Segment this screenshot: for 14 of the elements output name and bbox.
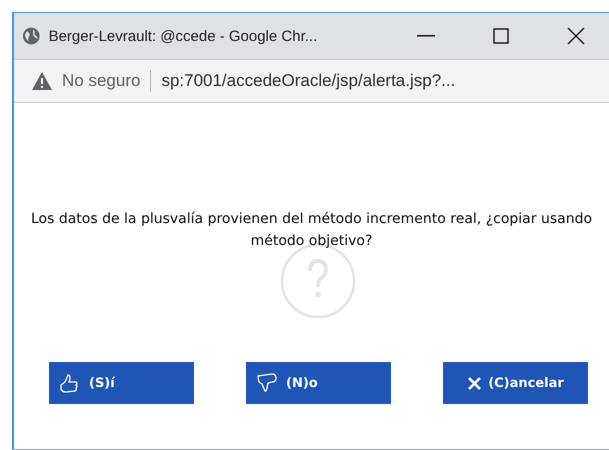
minimize-icon[interactable] (416, 35, 435, 37)
dialog-message: Los datos de la plusvalía provienen del método incremento real, ¿copiar usando método objetivo? (30, 210, 594, 251)
close-icon[interactable] (566, 27, 585, 45)
close-icon (467, 376, 482, 390)
thumbs-down-icon (256, 372, 278, 394)
globe-icon (22, 26, 41, 46)
url-text[interactable]: sp:7001/accedeOracle/jsp/alerta.jsp?... (161, 71, 456, 91)
no-button[interactable]: (N)o (246, 362, 391, 404)
cancel-button[interactable]: (C)ancelar (443, 362, 588, 404)
window-title: Berger-Levrault: @ccede - Google Chr... (48, 28, 318, 44)
warning-icon (32, 72, 52, 90)
security-label[interactable]: No seguro (62, 71, 140, 91)
yes-button[interactable]: (S)í (49, 362, 194, 404)
maximize-icon[interactable] (492, 28, 509, 44)
